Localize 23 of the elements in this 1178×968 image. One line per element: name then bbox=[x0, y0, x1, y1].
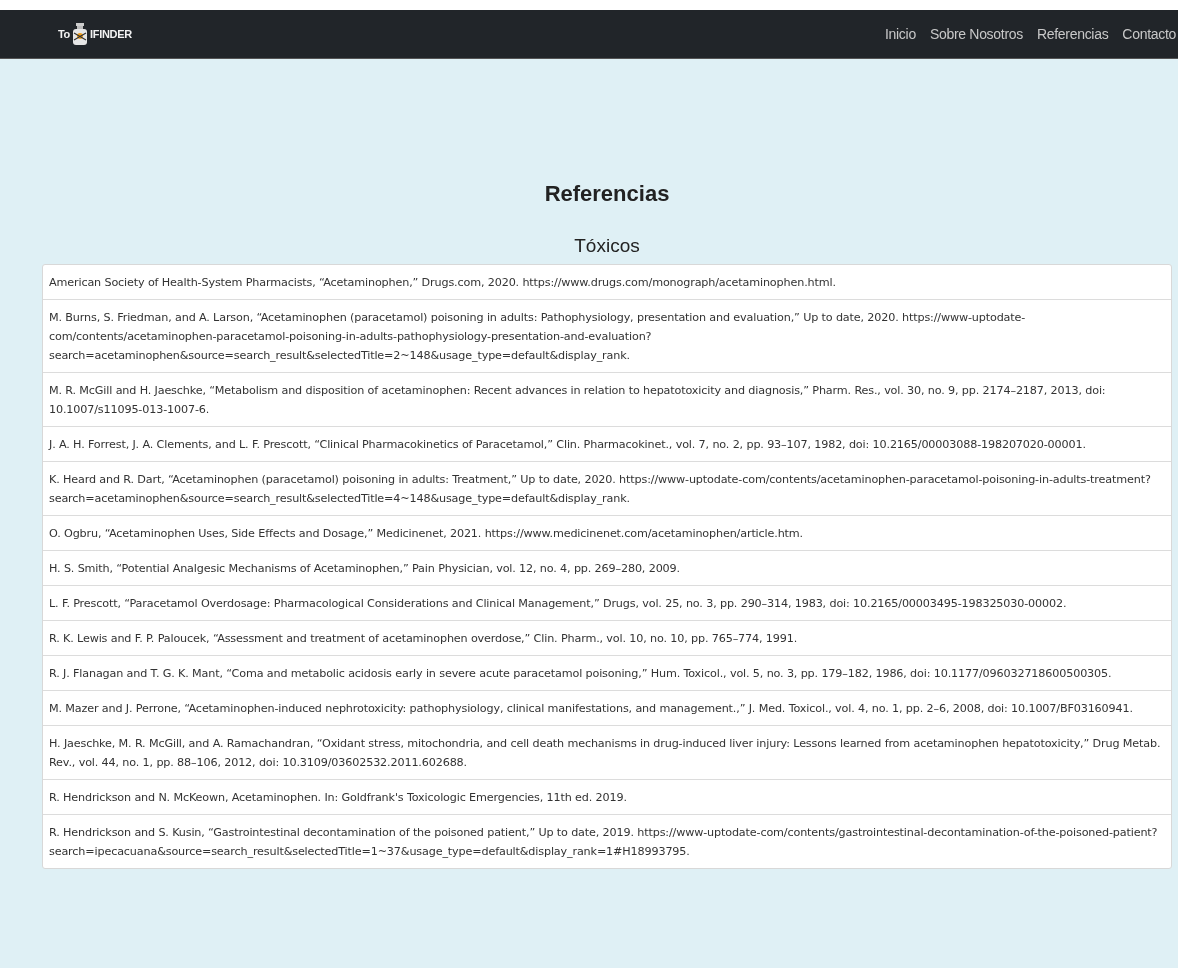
reference-item: K. Heard and R. Dart, “Acetaminophen (paracetamol) poisoning in adults: Treatment,” Up to date, 2020. https://www-uptodate-com/contents/acetaminophen-paracetamol-poisoning-in-adults-treatment?search=acetaminophen&source=search_result&selectedTitle=4~148&usage_type=default&display_rank. bbox=[43, 461, 1171, 515]
reference-item: H. Jaeschke, M. R. McGill, and A. Ramachandran, “Oxidant stress, mitochondria, and cell death mechanisms in drug-induced liver injury: Lessons learned from acetaminophen hepatotoxicity,” Drug Metab. Rev., vol. 44, no. 1, pp. 88–106, 2012, doi: 10.3109/03602532.2011.602688. bbox=[43, 725, 1171, 779]
nav-link[interactable]: Referencias bbox=[1029, 26, 1116, 42]
logo-text: To bbox=[58, 28, 71, 40]
logo-text: IFINDER bbox=[90, 28, 132, 40]
reference-item: R. Hendrickson and S. Kusin, “Gastrointestinal decontamination of the poisoned patient,” Up to date, 2019. https://www-uptodate-com/contents/gastrointestinal-decontamination-of-the-poisoned-patient?search=ipecacuana&source=search_result&selectedTitle=1~37&usage_type=default&display_rank=1#H18993795. bbox=[43, 814, 1171, 868]
nav-link[interactable]: Sobre Nosotros bbox=[922, 26, 1030, 42]
reference-item: M. Burns, S. Friedman, and A. Larson, “Acetaminophen (paracetamol) poisoning in adults: Pathophysiology, presentation and evaluation,” Up to date, 2020. https://www-uptodate-com/contents/acetaminophen-paracetamol-poisoning-in-adults-pathophysiology-presentation-and-evaluation?search=acetaminophen&source=search_result&selectedTitle=2~148&usage_type=default&display_rank. bbox=[43, 299, 1171, 372]
reference-item: R. J. Flanagan and T. G. K. Mant, “Coma and metabolic acidosis early in severe acute paracetamol poisoning,” Hum. Toxicol., vol. 5, no. 3, pp. 179–182, 1986, doi: 10.1177/096032718600500305. bbox=[43, 655, 1171, 690]
reference-item: O. Ogbru, “Acetaminophen Uses, Side Effects and Dosage,” Medicinenet, 2021. https://www.medicinenet.com/acetaminophen/article.htm. bbox=[43, 515, 1171, 550]
nav-link[interactable]: Inicio bbox=[878, 26, 923, 42]
section-title: Tóxicos bbox=[573, 234, 641, 258]
reference-item: American Society of Health-System Pharmacists, “Acetaminophen,” Drugs.com, 2020. https://www.drugs.com/monograph/acetaminophen.html. bbox=[48, 275, 837, 291]
reference-item: M. R. McGill and H. Jaeschke, “Metabolism and disposition of acetaminophen: Recent advances in relation to hepatotoxicity and diagnosis,” Pharm. Res., vol. 30, no. 9, pp. 2174–2187, 2013, doi: 10.1007/s11095-013-1007-6. bbox=[43, 372, 1171, 426]
reference-item: H. S. Smith, “Potential Analgesic Mechanisms of Acetaminophen,” Pain Physician, vol. 12, no. 4, pp. 269–280, 2009. bbox=[43, 550, 1171, 585]
reference-item: L. F. Prescott, “Paracetamol Overdosage: Pharmacological Considerations and Clinical Management,” Drugs, vol. 25, no. 3, pp. 290–314, 1983, doi: 10.2165/00003495-198325030-00002. bbox=[43, 585, 1171, 620]
reference-item: R. K. Lewis and F. P. Paloucek, “Assessment and treatment of acetaminophen overdose,” Clin. Pharm., vol. 10, no. 10, pp. 765–774, 1991. bbox=[43, 620, 1171, 655]
poison-bottle-icon bbox=[71, 23, 90, 45]
page-title: Referencias bbox=[543, 180, 671, 208]
reference-item: M. Mazer and J. Perrone, “Acetaminophen-induced nephrotoxicity: pathophysiology, clinical manifestations, and management.,” J. Med. Toxicol., vol. 4, no. 1, pp. 2–6, 2008, doi: 10.1007/BF03160941. bbox=[43, 690, 1171, 725]
reference-item: R. Hendrickson and N. McKeown, Acetaminophen. In: Goldfrank's Toxicologic Emergencies, 11th ed. 2019. bbox=[43, 779, 1171, 814]
nav-link[interactable]: Contacto bbox=[1115, 26, 1178, 42]
reference-item: J. A. H. Forrest, J. A. Clements, and L. F. Prescott, “Clinical Pharmacokinetics of Paracetamol,” Clin. Pharmacokinet., vol. 7, no. 2, pp. 93–107, 1982, doi: 10.2165/00003088-198207020-00001. bbox=[43, 426, 1171, 461]
